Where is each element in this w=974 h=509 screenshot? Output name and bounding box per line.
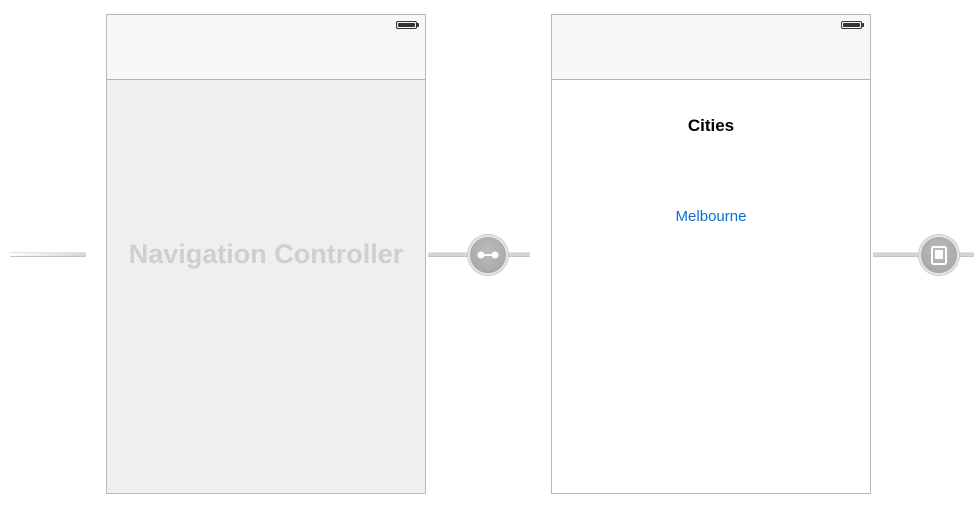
show-segue-button[interactable] — [919, 235, 959, 275]
melbourne-button[interactable]: Melbourne — [676, 208, 747, 225]
cities-view-controller-scene[interactable]: Cities Melbourne — [551, 14, 871, 494]
initial-entry-line — [10, 252, 86, 257]
storyboard-canvas: Navigation Controller Cities Melbourne — [0, 0, 974, 509]
root-relationship-segue-button[interactable] — [468, 235, 508, 275]
cities-title-label: Cities — [687, 116, 735, 135]
battery-icon — [396, 21, 419, 29]
navigation-controller-scene[interactable]: Navigation Controller — [106, 14, 426, 494]
device-segue-icon — [931, 246, 947, 265]
nav-scene-navigation-bar — [107, 15, 425, 80]
navigation-controller-label: Navigation Controller — [128, 239, 404, 269]
cities-scene-navigation-bar — [552, 15, 870, 80]
battery-icon — [841, 21, 864, 29]
relationship-link-icon — [477, 251, 499, 259]
